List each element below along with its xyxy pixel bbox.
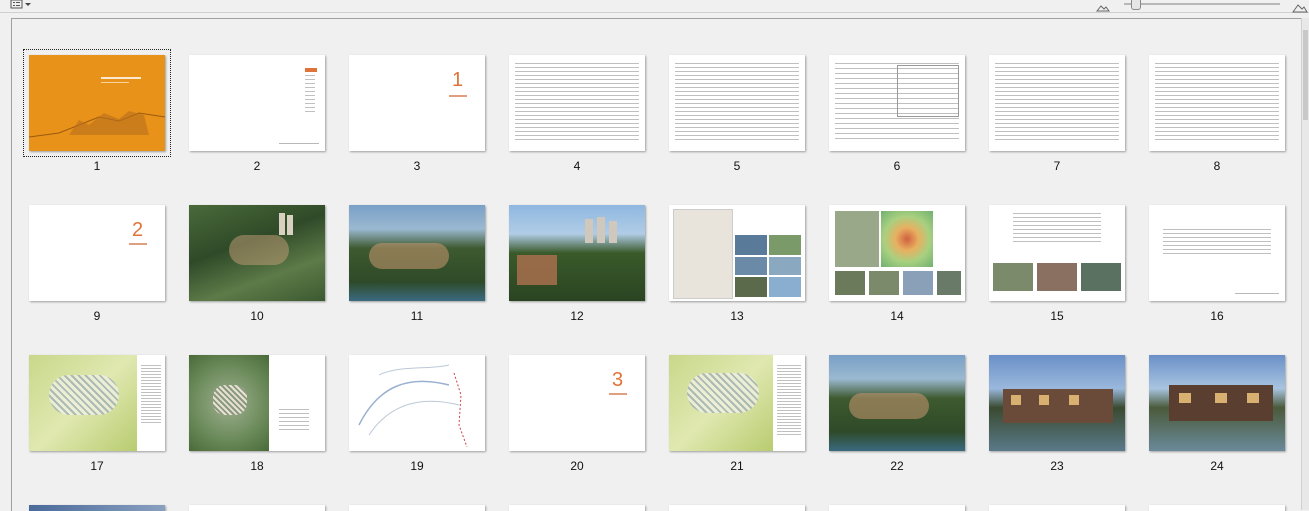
page-thumbnail[interactable]: 12 <box>492 169 652 323</box>
page-thumbnail[interactable]: 24 <box>1132 319 1292 473</box>
page-preview-partial[interactable] <box>1149 505 1285 511</box>
page-thumbnail[interactable]: 18 <box>172 319 332 473</box>
page-thumbnail[interactable]: 1 3 <box>332 19 492 173</box>
page-preview-text <box>509 55 645 151</box>
page-preview-site-plan <box>669 355 805 451</box>
thumbnail-pane[interactable]: 1 2 1 3 4 5 6 7 8 2 9 10 11 12 13 14 15 … <box>11 18 1302 511</box>
page-thumbnail[interactable]: 23 <box>972 319 1132 473</box>
page-number: 22 <box>890 459 904 473</box>
page-preview-partial[interactable] <box>29 505 165 511</box>
page-number: 23 <box>1050 459 1064 473</box>
page-preview-partial[interactable] <box>509 505 645 511</box>
page-thumbnail[interactable]: 7 <box>972 19 1132 173</box>
page-preview-aerial-render <box>189 205 325 301</box>
page-preview-cover <box>23 49 171 157</box>
mountain-small-icon <box>1095 0 1110 17</box>
scrollbar-thumb[interactable] <box>1303 30 1308 120</box>
page-preview-photos <box>989 205 1125 301</box>
page-thumbnail[interactable]: 16 <box>1132 169 1292 323</box>
page-preview-text <box>669 55 805 151</box>
page-preview-partial[interactable] <box>829 505 965 511</box>
page-thumbnail[interactable]: 2 <box>172 19 332 173</box>
page-preview-partial[interactable] <box>989 505 1125 511</box>
page-thumbnail[interactable]: 13 <box>652 169 812 323</box>
page-preview-partial[interactable] <box>189 505 325 511</box>
page-preview-line-plan <box>349 355 485 451</box>
page-thumbnail[interactable]: 10 <box>172 169 332 323</box>
page-preview-section: 1 <box>349 55 485 151</box>
page-preview-section: 3 <box>509 355 645 451</box>
page-thumbnail[interactable]: 1 <box>12 19 172 173</box>
section-number: 3 <box>612 369 624 391</box>
page-thumbnail[interactable]: 5 <box>652 19 812 173</box>
page-preview-villa-render <box>989 355 1125 451</box>
mountain-large-icon <box>1292 0 1308 17</box>
section-number: 2 <box>132 219 144 241</box>
page-number: 20 <box>570 459 584 473</box>
page-preview-aerial-render <box>349 205 485 301</box>
toolbar <box>0 0 1309 13</box>
view-mode-button[interactable] <box>10 0 34 10</box>
page-preview-map-collage <box>669 205 805 301</box>
page-number: 17 <box>90 459 104 473</box>
page-preview-terrain-analysis <box>829 205 965 301</box>
page-preview-partial[interactable] <box>349 505 485 511</box>
page-preview-villa-render <box>1149 355 1285 451</box>
page-thumbnail[interactable]: 6 <box>812 19 972 173</box>
page-thumbnail[interactable]: 11 <box>332 169 492 323</box>
page-number: 19 <box>410 459 424 473</box>
page-preview-site-plan <box>29 355 165 451</box>
page-thumbnail[interactable]: 3 20 <box>492 319 652 473</box>
page-preview-partial[interactable] <box>669 505 805 511</box>
page-number: 24 <box>1210 459 1224 473</box>
page-preview-aerial-render <box>829 355 965 451</box>
zoom-out-button[interactable] <box>1095 0 1110 12</box>
page-thumbnail[interactable]: 21 <box>652 319 812 473</box>
page-preview-table <box>829 55 965 151</box>
thumbnail-view-icon <box>10 0 34 10</box>
zoom-slider-track[interactable] <box>1124 3 1280 5</box>
page-thumbnail[interactable]: 14 <box>812 169 972 323</box>
page-preview-text <box>1149 55 1285 151</box>
page-preview-section: 2 <box>29 205 165 301</box>
page-thumbnail[interactable]: 2 9 <box>12 169 172 323</box>
page-preview-contents <box>189 55 325 151</box>
page-number: 21 <box>730 459 744 473</box>
page-preview-render <box>509 205 645 301</box>
page-thumbnail[interactable]: 19 <box>332 319 492 473</box>
page-preview-text <box>1149 205 1285 301</box>
page-thumbnail[interactable]: 22 <box>812 319 972 473</box>
page-preview-site-plan <box>189 355 325 451</box>
zoom-slider-thumb[interactable] <box>1131 0 1141 10</box>
section-number: 1 <box>452 69 464 91</box>
page-thumbnail[interactable]: 8 <box>1132 19 1292 173</box>
page-number: 18 <box>250 459 264 473</box>
page-preview-text <box>989 55 1125 151</box>
page-thumbnail[interactable]: 4 <box>492 19 652 173</box>
page-thumbnail[interactable]: 17 <box>12 319 172 473</box>
zoom-in-button[interactable] <box>1292 0 1308 13</box>
page-thumbnail[interactable]: 15 <box>972 169 1132 323</box>
